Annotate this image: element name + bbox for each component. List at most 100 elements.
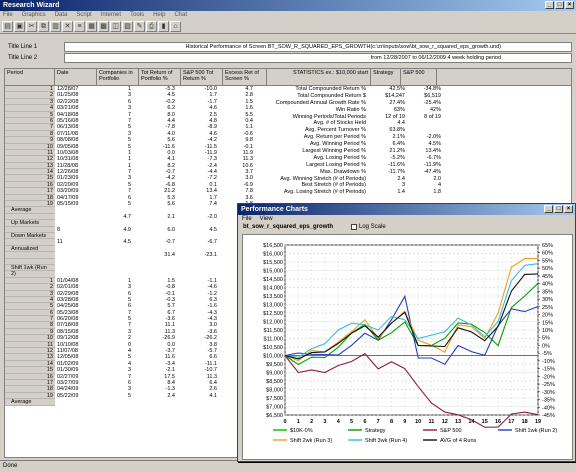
statistics-title: STATISTICS [293, 70, 324, 76]
col-header-date[interactable]: Date [55, 69, 97, 86]
table-cell [139, 399, 175, 405]
y-tick-label: $10,000 [263, 354, 283, 360]
menu-chat[interactable]: Chat [174, 11, 187, 20]
performance-charts-window[interactable]: Performance Charts _ □ × File View bt_so… [237, 203, 576, 462]
title-line-1-field[interactable]: Historical Performance of Screen BT_SOW_… [64, 42, 572, 52]
y-tick-label: $6,500 [266, 413, 283, 419]
menu-help[interactable]: Help [153, 11, 165, 20]
y2-tick-label: -5% [542, 351, 552, 357]
chart-window-title: Performance Charts [241, 206, 308, 213]
log-scale-label: Log Scale [359, 224, 386, 230]
menu-file[interactable]: File [3, 11, 13, 20]
legend-label: S&P 500 [440, 428, 462, 434]
maximize-button[interactable]: □ [555, 1, 564, 9]
x-tick-label: 3 [323, 419, 326, 425]
col-header-period[interactable]: Period [5, 69, 55, 86]
section-average-2[interactable]: Average [5, 399, 55, 406]
y2-tick-label: 25% [542, 305, 553, 311]
sp500-value [405, 120, 441, 127]
performance-chart: $6,500 $7,000 $7,500 $8,000 $8,500 $9,000 $9,5… [263, 243, 557, 444]
col-header-strategy[interactable]: Strategy [371, 69, 401, 86]
table-icon[interactable]: ▦ [86, 21, 97, 32]
list-icon[interactable]: ≡ [74, 21, 85, 32]
strategy-value: $14,247 [385, 92, 405, 99]
save-icon[interactable]: ▣ [14, 21, 25, 32]
col-header-excess[interactable]: Excess Ret of Screen % [223, 69, 267, 86]
y-tick-label: $8,500 [266, 379, 283, 385]
sp500-value: $6,519 [424, 92, 441, 99]
y2-tick-label: -25% [542, 382, 555, 388]
chart-close-button[interactable]: × [564, 205, 573, 213]
y-tick-label: $8,000 [266, 388, 283, 394]
y-tick-label: $9,500 [266, 362, 283, 368]
copy-icon[interactable]: ⧉ [38, 21, 49, 32]
legend-label: Shift 2wk (Run 3) [290, 438, 332, 444]
lock-icon[interactable]: ▮ [158, 21, 169, 32]
log-scale-checkbox[interactable] [351, 224, 357, 230]
statistics-row: Max. Drawdown % -11.7% -47.4% [241, 169, 446, 176]
menu-data[interactable]: Data [55, 11, 68, 20]
strategy-value: 12 of 19 [385, 113, 405, 120]
title-line-2-field[interactable]: from 12/28/2007 to 06/12/2009 4 week hol… [64, 53, 572, 63]
y-tick-label: $13,500 [263, 294, 283, 300]
statistics-panel: Total Compounded Return % 42.5% -34.8% Tota… [241, 86, 446, 196]
x-tick-label: 16 [495, 419, 501, 425]
y-tick-label: $15,500 [263, 260, 283, 266]
close-button[interactable]: × [565, 1, 574, 9]
chart-menu-file[interactable]: File [242, 215, 252, 224]
col-header-sp500[interactable]: S&P 500 Tot Return % [181, 69, 223, 86]
edit-icon[interactable]: ✎ [134, 21, 145, 32]
chart-icon[interactable]: ▥ [50, 21, 61, 32]
menu-graphics[interactable]: Graphics [22, 11, 46, 20]
legend-label: $10K-0% [290, 428, 313, 434]
print-icon[interactable]: ⎙ [146, 21, 157, 32]
y2-tick-label: 40% [542, 282, 553, 288]
y-tick-label: $11,500 [264, 328, 283, 334]
col-header-statistics[interactable]: STATISTICS ex.: $10,000 start [267, 69, 371, 86]
col-header-tot-return[interactable]: Tot Return of Portfolio % [139, 69, 181, 86]
preview-icon[interactable]: ◫ [110, 21, 121, 32]
y2-tick-label: -45% [542, 413, 555, 419]
chart-minimize-button[interactable]: _ [544, 205, 553, 213]
tot-return-column: -5.3 4.5 -0.2 6.2 8.0 4.4 -7.8 4.0 5.6 -11.6 0.0 4.… [139, 86, 175, 406]
app-title: Research Wizard [3, 2, 60, 9]
report-icon[interactable]: ▧ [122, 21, 133, 32]
sp500-value: -25.4% [423, 99, 441, 106]
y2-tick-label: 60% [542, 251, 553, 257]
statistics-row: Avg. Return per Period % 2.1% -2.0% [241, 134, 446, 141]
sp500-value: 1.8 [433, 189, 441, 196]
tools-icon[interactable]: ✕ [62, 21, 73, 32]
strategy-value: 1.4 [397, 189, 405, 196]
cut-icon[interactable]: ✂ [26, 21, 37, 32]
home-icon[interactable]: ⌂ [170, 21, 181, 32]
statistic-label: Avg. # of Stocks Held [313, 120, 366, 127]
table-cell [181, 399, 217, 405]
grid-icon[interactable]: ▩ [98, 21, 109, 32]
y-tick-label: $7,000 [266, 405, 283, 411]
sp500-value: -11.9% [423, 161, 441, 168]
statistic-label: Compounded Annual Growth Rate % [275, 99, 366, 106]
log-scale-toggle[interactable]: Log Scale [351, 224, 386, 230]
sp500-value: -2.0% [426, 134, 441, 141]
menu-internet[interactable]: Internet [101, 11, 121, 20]
statistics-row: Avg. Winning Stretch (# of Periods) 2.4 2.… [241, 176, 446, 183]
statistics-row: Compounded Annual Growth Rate % 27.4% -25.… [241, 100, 446, 107]
legend-label: Strategy [365, 428, 386, 434]
col-header-sp500-stat[interactable]: S&P 500 [401, 69, 437, 86]
strategy-value: 6.4% [392, 141, 405, 148]
chart-maximize-button[interactable]: □ [554, 205, 563, 213]
statistic-label: Total Compounded Return % [295, 86, 366, 92]
x-tick-label: 5 [350, 419, 353, 425]
toolbar: ▤ ▣ ✂ ⧉ ▥ ✕ ≡ ▦ ▩ ◫ ▧ ✎ ⎙ ▮ ⌂ [0, 20, 576, 34]
open-icon[interactable]: ▤ [2, 21, 13, 32]
minimize-button[interactable]: _ [545, 1, 554, 9]
col-header-companies[interactable]: Companies in Portfolio [97, 69, 139, 86]
menu-script[interactable]: Script [76, 11, 91, 20]
x-tick-label: 12 [442, 419, 448, 425]
statistic-label: Largest Losing Period % [306, 161, 366, 168]
title-line-1: Title Line 1 Historical Performance of S… [0, 42, 576, 53]
chart-menu-view[interactable]: View [260, 215, 273, 224]
statistic-label: Avg. Return per Period % [303, 134, 366, 141]
sp500-value: 2.0 [433, 175, 441, 182]
menu-tools[interactable]: Tools [130, 11, 144, 20]
